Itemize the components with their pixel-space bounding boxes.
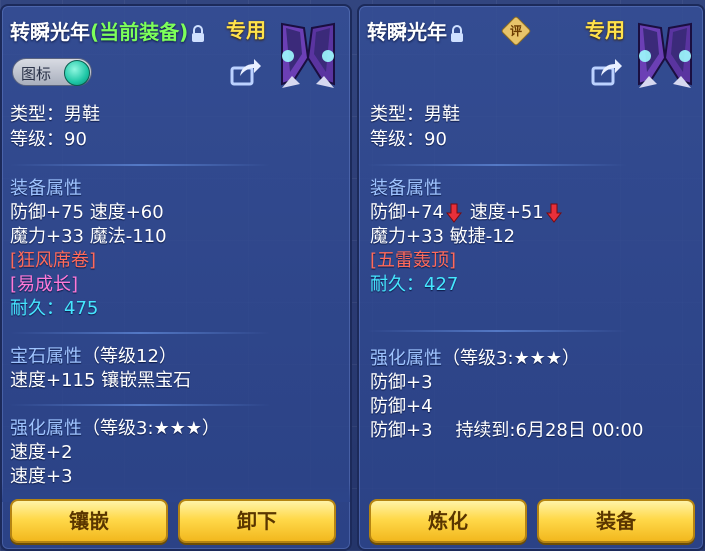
gem-header: 宝石属性 <box>10 346 82 367</box>
lock-icon <box>451 24 463 42</box>
boots-item-icon[interactable] <box>274 18 342 92</box>
toggle-knob <box>64 60 90 86</box>
equipped-tag: (当前装备) <box>90 20 189 44</box>
item-name: 转瞬光年 <box>10 20 90 44</box>
item-type: 类型：男鞋 <box>10 104 100 125</box>
enhance-line-1: 防御+3 <box>370 372 433 393</box>
stat-line-1: 防御+75 速度+60 <box>10 202 164 223</box>
set-effect: [易成长] <box>10 274 79 295</box>
divider <box>10 164 270 166</box>
durability-label: 耐久： <box>370 274 424 295</box>
special-tag: 专用 <box>226 18 266 42</box>
enhance-line-3-value: 防御+3 <box>370 420 433 441</box>
durability-label: 耐久： <box>10 298 64 319</box>
compare-item-tooltip: 转瞬光年 评 专用 类型：男鞋 等级：90 装备属性 防御+74 速度+51 魔… <box>357 4 705 551</box>
share-icon[interactable] <box>591 58 623 86</box>
equip-attr-header: 装备属性 <box>10 178 82 199</box>
special-effect: [五雷轰顶] <box>370 250 457 271</box>
item-name: 转瞬光年 <box>367 20 447 44</box>
toggle-label: 图标 <box>21 65 52 83</box>
item-title: 转瞬光年(当前装备) <box>10 16 205 45</box>
enhance-level: （等级3:★★★） <box>82 418 220 439</box>
enhance-level: （等级3:★★★） <box>442 348 580 369</box>
enhance-line-2: 防御+4 <box>370 396 433 417</box>
enhance-header: 强化属性 <box>10 418 82 439</box>
divider <box>10 332 270 334</box>
lock-icon <box>192 24 205 42</box>
item-title: 转瞬光年 <box>367 16 464 45</box>
boots-item-icon[interactable] <box>631 18 699 92</box>
stat-line-1: 防御+74 速度+51 <box>370 202 564 224</box>
durability: 耐久：427 <box>370 274 458 296</box>
equipped-item-tooltip: 转瞬光年(当前装备) 专用 图标 类型：男鞋 等级：90 装备属性 防御+75 … <box>0 4 352 551</box>
gem-header-line: 宝石属性（等级12） <box>10 346 177 368</box>
enhance-line-3: 防御+3 持续到:6月28日 00:00 <box>370 420 643 442</box>
gem-level: （等级12） <box>82 346 177 367</box>
equip-button[interactable]: 装备 <box>537 499 695 543</box>
divider <box>367 164 627 166</box>
down-arrow-icon <box>545 203 562 223</box>
stat-line-2: 魔力+33 敏捷-12 <box>370 226 516 247</box>
unequip-button[interactable]: 卸下 <box>178 499 336 543</box>
enhance-header-line: 强化属性（等级3:★★★） <box>370 348 580 370</box>
icon-toggle[interactable]: 图标 <box>12 58 92 86</box>
inlay-button[interactable]: 镶嵌 <box>10 499 168 543</box>
divider <box>10 404 270 406</box>
durability-value: 475 <box>64 298 99 319</box>
durability-value: 427 <box>424 274 459 295</box>
refine-button[interactable]: 炼化 <box>369 499 527 543</box>
item-type: 类型：男鞋 <box>370 104 460 125</box>
special-tag: 专用 <box>585 18 625 42</box>
durability: 耐久：475 <box>10 298 98 320</box>
down-arrow-icon <box>446 203 462 223</box>
stat-defense: 防御+74 <box>370 202 444 223</box>
enhance-expiry: 持续到:6月28日 00:00 <box>455 420 644 441</box>
stat-speed: 速度+51 <box>469 202 544 223</box>
review-icon[interactable]: 评 <box>500 15 532 47</box>
review-badge-label: 评 <box>509 24 522 38</box>
enhance-line-1: 速度+2 <box>10 442 73 463</box>
item-level: 等级：90 <box>370 129 447 150</box>
stat-line-2: 魔力+33 魔法-110 <box>10 226 167 247</box>
item-level: 等级：90 <box>10 129 87 150</box>
equip-attr-header: 装备属性 <box>370 178 442 199</box>
gem-line: 速度+115 镶嵌黑宝石 <box>10 370 192 391</box>
enhance-header: 强化属性 <box>370 348 442 369</box>
enhance-header-line: 强化属性（等级3:★★★） <box>10 418 220 440</box>
divider <box>367 330 627 332</box>
share-icon[interactable] <box>230 58 262 86</box>
special-effect: [狂风席卷] <box>10 250 97 271</box>
